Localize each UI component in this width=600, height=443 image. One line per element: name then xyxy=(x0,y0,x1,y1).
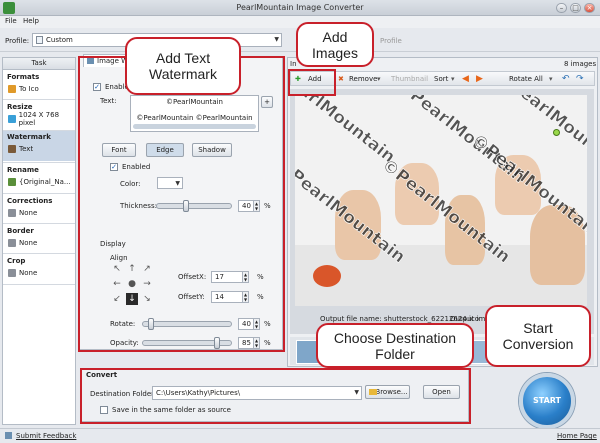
rotate-handle-icon[interactable] xyxy=(553,129,560,136)
preview-photo: ©PearlMountain ©PearlMountain ©PearlMoun… xyxy=(295,95,587,306)
highlight-add-button xyxy=(288,69,336,96)
task-corrections[interactable]: Corrections None xyxy=(3,195,75,218)
chevron-down-icon: ▼ xyxy=(274,36,279,43)
task-border-title: Border xyxy=(7,227,34,235)
task-formats-title: Formats xyxy=(7,73,40,81)
task-rename[interactable]: Rename {Original_Na... xyxy=(3,164,75,187)
thumbnail-button[interactable]: Thumbnail xyxy=(391,73,428,85)
task-crop-value: None xyxy=(19,268,38,277)
menu-help[interactable]: Help xyxy=(23,17,39,25)
task-formats[interactable]: Formats To Ico xyxy=(3,71,75,94)
task-border[interactable]: Border None xyxy=(3,225,75,248)
watermark-icon xyxy=(8,144,16,153)
rename-icon xyxy=(8,177,16,186)
task-crop-title: Crop xyxy=(7,257,26,265)
rotate-left-icon[interactable]: ↶ xyxy=(562,73,570,85)
task-rename-value: {Original_Na... xyxy=(19,177,71,186)
resize-icon xyxy=(8,114,16,123)
callout-choose-destination: Choose Destination Folder xyxy=(316,323,474,368)
task-corrections-title: Corrections xyxy=(7,197,53,205)
close-button[interactable]: × xyxy=(584,3,595,13)
task-crop[interactable]: Crop None xyxy=(3,255,75,278)
sort-button[interactable]: Sort xyxy=(434,73,448,85)
task-corrections-value: None xyxy=(19,208,38,217)
profile-label: Profile: xyxy=(5,37,30,45)
divider xyxy=(3,223,75,224)
task-header: Task xyxy=(3,58,75,70)
move-right-icon[interactable]: ▶ xyxy=(476,73,483,85)
task-rename-title: Rename xyxy=(7,166,39,174)
image-count: 8 images xyxy=(564,60,597,68)
rotate-all-button[interactable]: Rotate All xyxy=(509,73,543,85)
remove-icon[interactable]: ✖ xyxy=(338,73,344,85)
task-watermark[interactable]: Watermark Text xyxy=(3,131,75,161)
watermark-overlay: ©PearlMountain xyxy=(295,95,399,168)
divider xyxy=(3,162,75,163)
task-panel: Task Formats To Ico Resize 1024 X 768 pi… xyxy=(2,57,76,425)
callout-start-conversion: Start Conversion xyxy=(485,305,591,367)
maximize-button[interactable]: □ xyxy=(570,3,581,13)
minimize-button[interactable]: – xyxy=(556,3,567,13)
rotate-right-icon[interactable]: ↷ xyxy=(576,73,584,85)
task-resize[interactable]: Resize 1024 X 768 pixel xyxy=(3,101,75,127)
border-icon xyxy=(8,238,16,247)
window-title: PearlMountain Image Converter xyxy=(236,3,364,12)
image-preview: ©PearlMountain ©PearlMountain ©PearlMoun… xyxy=(290,89,594,334)
task-resize-value: 1024 X 768 pixel xyxy=(18,110,60,127)
task-border-value: None xyxy=(19,238,38,247)
chevron-down-icon[interactable]: ▾ xyxy=(549,73,553,85)
callout-add-text-watermark: Add Text Watermark xyxy=(125,37,241,95)
highlight-watermark-panel xyxy=(78,56,285,352)
profile-value: Custom xyxy=(46,36,73,44)
profile-tab[interactable]: Profile xyxy=(380,37,402,45)
task-watermark-title: Watermark xyxy=(7,133,51,141)
format-icon xyxy=(8,84,16,93)
home-page-link[interactable]: Home Page xyxy=(557,432,597,440)
task-watermark-value: Text xyxy=(19,144,34,153)
move-left-icon[interactable]: ◀ xyxy=(462,73,469,85)
images-tab[interactable]: In xyxy=(290,60,297,68)
crop-icon xyxy=(8,268,16,277)
chevron-down-icon[interactable]: ▾ xyxy=(377,73,381,85)
divider xyxy=(3,284,75,285)
divider xyxy=(3,193,75,194)
highlight-convert-panel xyxy=(80,368,471,424)
menu-file[interactable]: File xyxy=(5,17,17,25)
profile-icon xyxy=(36,36,43,44)
watermark-overlay: ©PearlMountain xyxy=(467,130,587,243)
feedback-icon xyxy=(5,432,12,439)
remove-button[interactable]: Remove xyxy=(349,73,377,85)
toy-figure xyxy=(313,265,341,287)
task-formats-value: To Ico xyxy=(19,84,39,93)
chevron-down-icon[interactable]: ▾ xyxy=(451,73,455,85)
status-bar: Submit Feedback Home Page xyxy=(0,428,600,443)
title-bar: PearlMountain Image Converter – □ × xyxy=(0,0,600,16)
divider xyxy=(3,253,75,254)
start-button[interactable]: START xyxy=(519,373,575,429)
divider xyxy=(3,99,75,100)
submit-feedback-link[interactable]: Submit Feedback xyxy=(16,432,76,440)
corrections-icon xyxy=(8,208,16,217)
callout-add-images: Add Images xyxy=(296,22,374,67)
